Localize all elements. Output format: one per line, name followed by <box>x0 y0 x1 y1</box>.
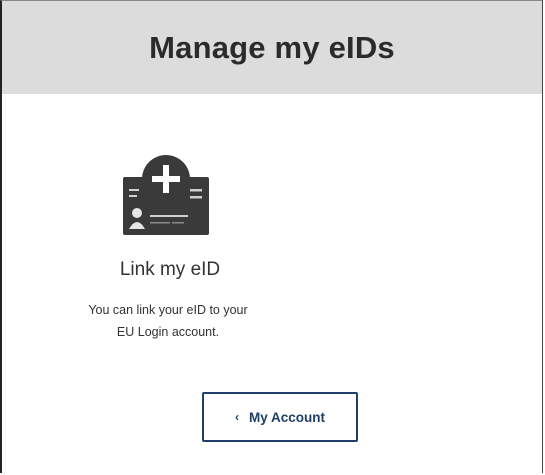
my-account-label: My Account <box>248 409 325 425</box>
page-header: Manage my eIDs <box>2 1 542 94</box>
link-eid-title[interactable]: Link my eID <box>60 259 280 281</box>
chevron-left-icon: ‹ <box>234 410 239 424</box>
id-card-add-icon[interactable] <box>120 149 212 237</box>
description-line-2: EU Login account. <box>116 325 220 339</box>
my-account-button[interactable]: ‹ My Account <box>202 392 358 442</box>
description-line-1: You can link your eID to your <box>88 303 248 317</box>
page-frame: Manage my eIDs Link my eID You can link … <box>0 0 543 473</box>
page-title: Manage my eIDs <box>149 29 395 65</box>
link-eid-description: You can link your eID to your EU Login a… <box>46 299 290 343</box>
